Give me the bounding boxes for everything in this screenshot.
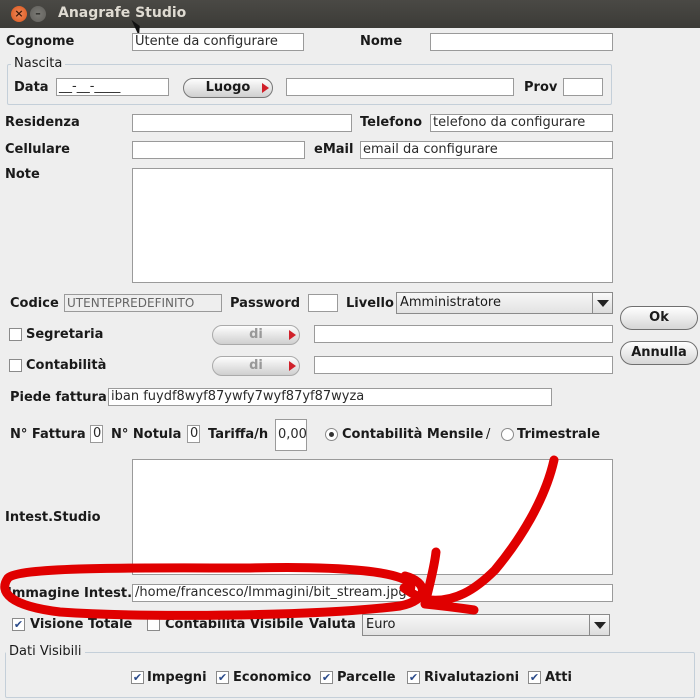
- n-notula-label: N° Notula: [111, 427, 182, 442]
- economico-checkbox[interactable]: ✔: [216, 671, 229, 684]
- tariffa-input[interactable]: 0,00: [275, 419, 307, 451]
- contabilita-di-label: di: [249, 358, 263, 373]
- contabilita-mensile-radio[interactable]: [325, 428, 338, 441]
- livello-select[interactable]: Amministratore: [396, 292, 613, 314]
- luogo-button[interactable]: Luogo: [183, 78, 273, 98]
- atti-label: Atti: [545, 670, 572, 685]
- impegni-checkbox[interactable]: ✔: [131, 671, 144, 684]
- rivalutazioni-checkbox[interactable]: ✔: [407, 671, 420, 684]
- codice-input[interactable]: UTENTEPREDEFINITO: [64, 294, 222, 312]
- close-icon[interactable]: ×: [11, 6, 27, 22]
- valuta-select[interactable]: Euro: [362, 614, 610, 636]
- n-fattura-input[interactable]: 0: [90, 425, 103, 443]
- luogo-button-label: Luogo: [205, 80, 251, 95]
- cognome-label: Cognome: [6, 34, 75, 49]
- immagine-intest-input[interactable]: /home/francesco/Immagini/bit_stream.jpg: [132, 584, 613, 602]
- data-nascita-input[interactable]: __-__-____: [56, 78, 169, 96]
- n-notula-input[interactable]: 0: [187, 425, 200, 443]
- contabilita-visibile-checkbox[interactable]: [147, 618, 160, 631]
- atti-checkbox[interactable]: ✔: [528, 671, 541, 684]
- livello-label: Livello: [346, 296, 394, 311]
- trimestrale-label: Trimestrale: [517, 427, 601, 442]
- piede-fattura-input[interactable]: iban fuydf8wyf87ywfy7wyf87yf87wyza: [108, 388, 552, 406]
- visione-totale-checkbox[interactable]: ✔: [12, 618, 25, 631]
- contabilita-di-button[interactable]: di: [212, 356, 300, 376]
- prov-label: Prov: [524, 80, 558, 95]
- nome-input[interactable]: [430, 33, 613, 51]
- cellulare-input[interactable]: [132, 141, 305, 159]
- chevron-down-icon[interactable]: [589, 615, 609, 635]
- note-label: Note: [5, 167, 40, 182]
- segretaria-label: Segretaria: [26, 327, 104, 342]
- intest-studio-textarea[interactable]: [132, 459, 613, 575]
- contabilita-input[interactable]: [314, 356, 613, 374]
- tariffa-label: Tariffa/h: [208, 427, 269, 442]
- triangle-right-icon: [289, 361, 296, 371]
- cellulare-label: Cellulare: [5, 142, 70, 157]
- triangle-right-icon: [262, 83, 269, 93]
- intest-studio-label: Intest.Studio: [5, 510, 101, 525]
- radio-separator: /: [486, 427, 491, 442]
- visione-totale-label: Visione Totale: [30, 617, 133, 632]
- contabilita-checkbox[interactable]: [9, 359, 22, 372]
- livello-select-value: Amministratore: [400, 295, 501, 310]
- ok-button[interactable]: Ok: [620, 306, 698, 330]
- parcelle-label: Parcelle: [337, 670, 396, 685]
- trimestrale-radio[interactable]: [501, 428, 514, 441]
- telefono-input[interactable]: telefono da configurare: [430, 114, 613, 132]
- email-label: eMail: [314, 142, 354, 157]
- segretaria-di-label: di: [249, 327, 263, 342]
- window-titlebar: × – Anagrafe Studio: [0, 0, 700, 37]
- parcelle-checkbox[interactable]: ✔: [320, 671, 333, 684]
- n-fattura-label: N° Fattura: [10, 427, 86, 442]
- password-input[interactable]: [308, 294, 338, 312]
- data-label: Data: [14, 80, 49, 95]
- residenza-input[interactable]: [132, 114, 352, 132]
- segretaria-input[interactable]: [314, 325, 613, 343]
- cognome-input[interactable]: Utente da configurare: [132, 33, 304, 51]
- luogo-input[interactable]: [286, 78, 514, 96]
- piede-fattura-label: Piede fattura: [10, 390, 107, 405]
- valuta-label: Valuta: [309, 617, 356, 632]
- dati-visibili-title: Dati Visibili: [6, 644, 85, 659]
- prov-input[interactable]: [563, 78, 603, 96]
- impegni-label: Impegni: [147, 670, 207, 685]
- window-title: Anagrafe Studio: [58, 5, 187, 21]
- triangle-right-icon: [289, 330, 296, 340]
- contabilita-visibile-label: Contabilità Visibile: [165, 617, 304, 632]
- segretaria-di-button[interactable]: di: [212, 325, 300, 345]
- email-input[interactable]: email da configurare: [360, 141, 613, 159]
- immagine-intest-label: Immagine Intest.: [7, 586, 133, 601]
- codice-label: Codice: [10, 296, 59, 311]
- note-textarea[interactable]: [132, 168, 613, 283]
- segretaria-checkbox[interactable]: [9, 328, 22, 341]
- residenza-label: Residenza: [5, 115, 80, 130]
- minimize-icon[interactable]: –: [30, 6, 46, 22]
- rivalutazioni-label: Rivalutazioni: [424, 670, 520, 685]
- annulla-button[interactable]: Annulla: [620, 341, 698, 365]
- chevron-down-icon[interactable]: [592, 293, 612, 313]
- economico-label: Economico: [233, 670, 312, 685]
- contabilita-mensile-label: Contabilità Mensile: [342, 427, 484, 442]
- password-label: Password: [230, 296, 301, 311]
- nascita-group-title: Nascita: [11, 56, 66, 71]
- telefono-label: Telefono: [360, 115, 423, 130]
- contabilita-label: Contabilità: [26, 358, 107, 373]
- valuta-select-value: Euro: [366, 617, 396, 632]
- nome-label: Nome: [360, 34, 403, 49]
